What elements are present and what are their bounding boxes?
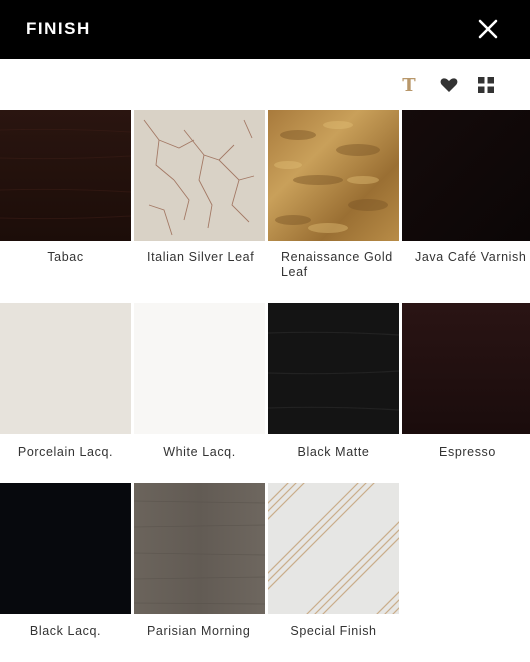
finish-label: Java Café Varnish <box>415 250 527 264</box>
close-icon <box>478 19 498 39</box>
grid-icon <box>478 77 494 93</box>
finish-tile-java-cafe-varnish[interactable]: Java Café Varnish <box>402 110 530 290</box>
finish-label: White Lacq. <box>163 445 236 459</box>
parisian-morning-swatch <box>134 483 265 614</box>
special-finish-swatch <box>268 483 399 614</box>
close-button[interactable] <box>474 15 502 43</box>
header-bar: FINISH <box>0 0 530 59</box>
renaissance-gold-leaf-swatch <box>268 110 399 241</box>
finish-label: Renaissance Gold Leaf <box>281 250 393 279</box>
italian-silver-leaf-swatch <box>134 110 265 241</box>
finish-label: Parisian Morning <box>147 624 251 638</box>
black-matte-swatch <box>268 303 399 434</box>
page-title: FINISH <box>26 19 91 38</box>
java-cafe-varnish-swatch <box>402 110 530 241</box>
finish-label: Porcelain Lacq. <box>17 445 114 459</box>
finish-label: Italian Silver Leaf <box>147 250 255 264</box>
finish-tile-black-matte[interactable]: Black Matte <box>268 303 399 473</box>
white-lacq-swatch <box>134 303 265 434</box>
finish-tile-special-finish[interactable]: Special Finish <box>268 483 399 658</box>
finish-tile-renaissance-gold-leaf[interactable]: Renaissance Gold Leaf <box>268 110 399 290</box>
text-view-button[interactable]: T <box>398 74 420 96</box>
finish-tile-italian-silver-leaf[interactable]: Italian Silver Leaf <box>134 110 265 290</box>
finish-tile-parisian-morning[interactable]: Parisian Morning <box>134 483 265 658</box>
finish-label: Tabac <box>47 250 84 264</box>
text-icon: T <box>402 74 416 96</box>
tabac-swatch <box>0 110 131 241</box>
black-lacq-swatch <box>0 483 131 614</box>
finish-tile-white-lacq[interactable]: White Lacq. <box>134 303 265 473</box>
grid-view-button[interactable] <box>475 74 497 96</box>
finish-label: Espresso <box>439 445 496 459</box>
finish-label: Black Lacq. <box>29 624 102 638</box>
finish-tile-porcelain-lacq[interactable]: Porcelain Lacq. <box>0 303 131 473</box>
finish-label: Special Finish <box>290 624 377 638</box>
finish-tile-black-lacq[interactable]: Black Lacq. <box>0 483 131 658</box>
favorites-button[interactable] <box>438 74 460 96</box>
porcelain-lacq-swatch <box>0 303 131 434</box>
espresso-swatch <box>402 303 530 434</box>
finish-tile-espresso[interactable]: Espresso <box>402 303 530 473</box>
heart-icon <box>440 78 458 92</box>
finish-tile-tabac[interactable]: Tabac <box>0 110 131 290</box>
finish-label: Black Matte <box>297 445 370 459</box>
